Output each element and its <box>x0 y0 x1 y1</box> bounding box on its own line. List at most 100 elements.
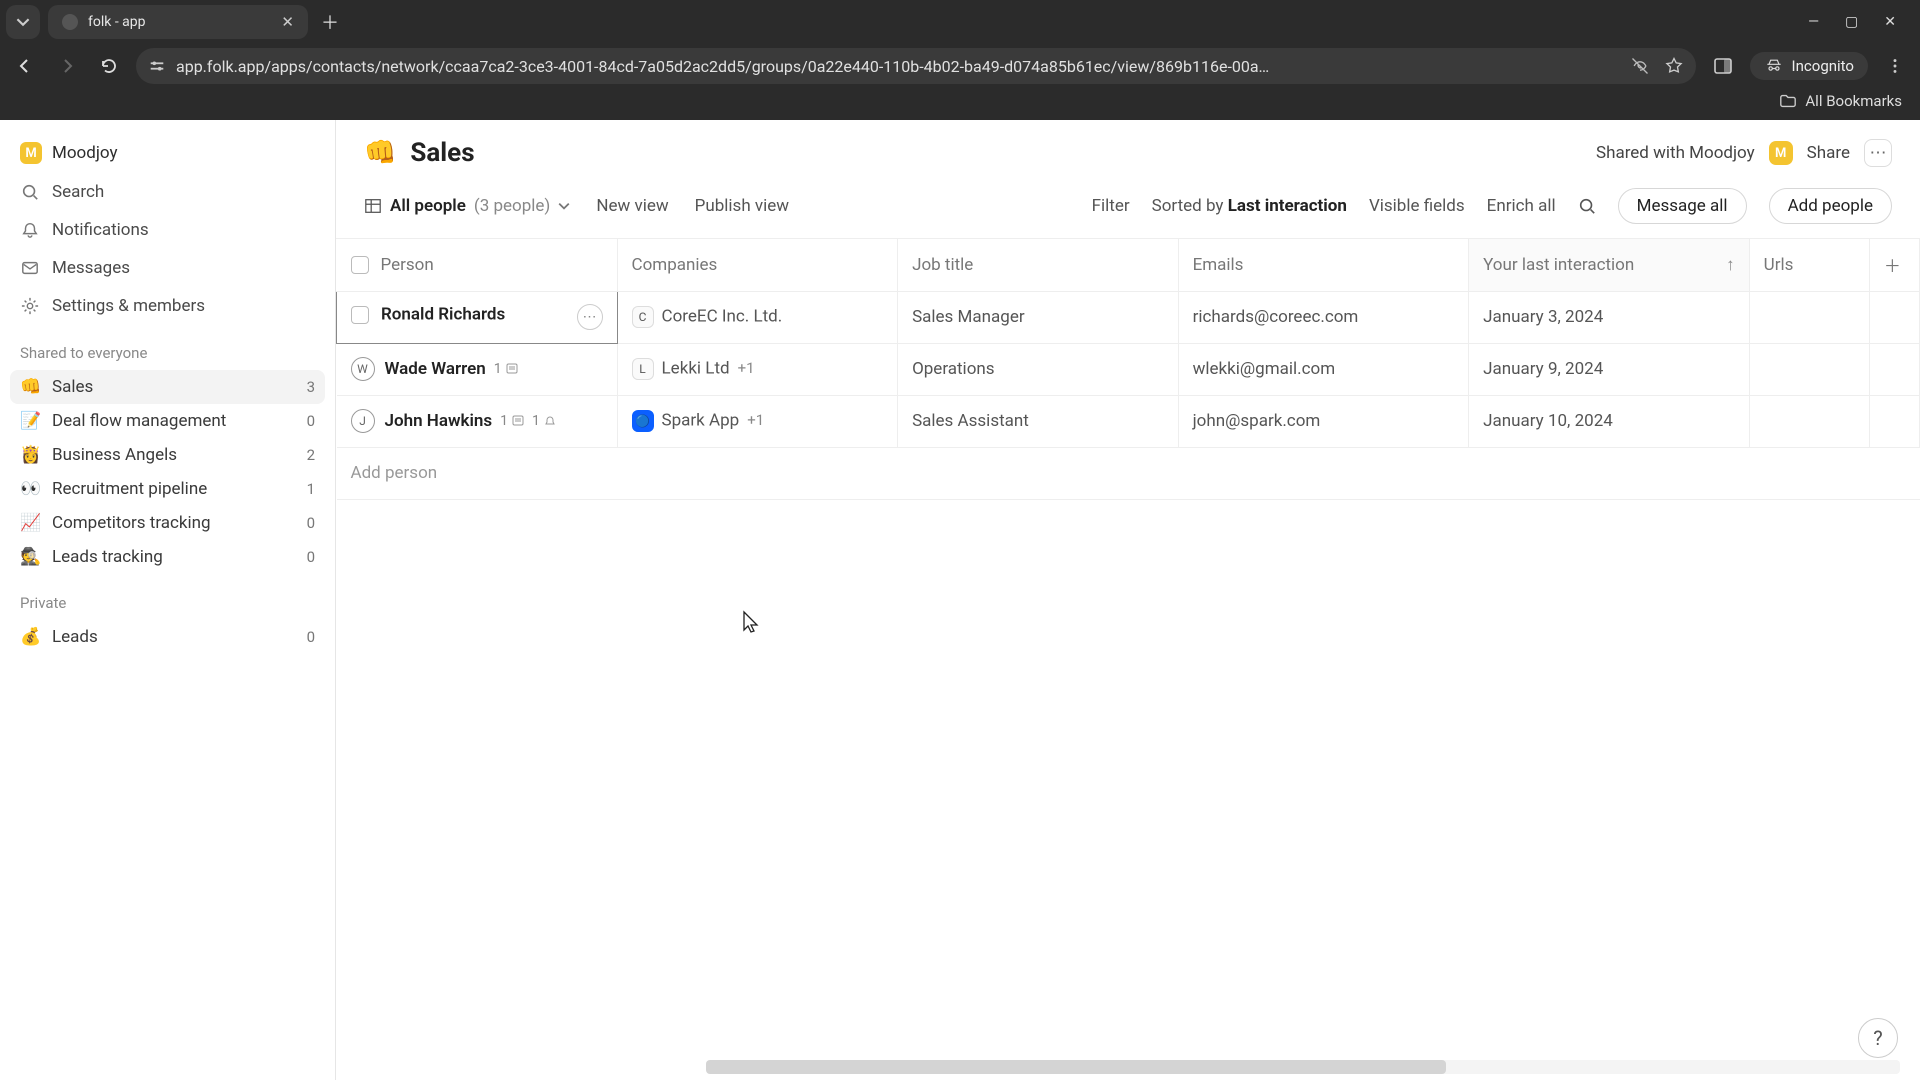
table-row[interactable]: WWade Warren1 LLekki Ltd+1Operationswlek… <box>337 343 1920 395</box>
visible-fields-button[interactable]: Visible fields <box>1369 196 1465 216</box>
new-tab-button[interactable]: ＋ <box>316 8 344 36</box>
sidebar-group-item[interactable]: 🕵️Leads tracking0 <box>10 540 325 574</box>
sort-prefix: Sorted by <box>1152 196 1228 216</box>
col-job-title[interactable]: Job title <box>898 239 1179 291</box>
cell-job[interactable]: Sales Assistant <box>898 395 1179 447</box>
kebab-icon <box>1886 57 1904 75</box>
help-button[interactable]: ? <box>1858 1018 1898 1058</box>
message-all-button[interactable]: Message all <box>1618 188 1747 224</box>
folder-icon <box>1779 92 1797 110</box>
browser-menu-button[interactable] <box>1880 51 1910 81</box>
row-more-button[interactable]: ⋯ <box>577 304 603 330</box>
site-settings-icon[interactable] <box>148 57 166 75</box>
cell-email[interactable]: richards@coreec.com <box>1178 291 1469 343</box>
cell-urls[interactable] <box>1749 395 1869 447</box>
sidebar-group-item[interactable]: 👊Sales3 <box>10 370 325 404</box>
cell-person[interactable]: JJohn Hawkins1 1 <box>337 395 618 447</box>
group-name: Leads tracking <box>52 547 163 567</box>
row-checkbox[interactable] <box>351 306 369 324</box>
group-count: 3 <box>307 378 315 396</box>
add-people-button[interactable]: Add people <box>1769 188 1892 224</box>
browser-tab[interactable]: folk - app ✕ <box>48 5 308 39</box>
window-minimize-button[interactable]: — <box>1808 14 1819 30</box>
scrollbar-thumb[interactable] <box>706 1060 1446 1074</box>
eye-off-icon[interactable] <box>1630 56 1650 76</box>
filter-button[interactable]: Filter <box>1092 196 1130 216</box>
col-companies[interactable]: Companies <box>617 239 898 291</box>
sidebar: M Moodjoy Search Notifications Messages … <box>0 120 336 1080</box>
reminder-badge[interactable]: 1 <box>532 413 556 429</box>
search-icon <box>1578 197 1596 215</box>
all-bookmarks-button[interactable]: All Bookmarks <box>1779 92 1902 110</box>
cell-email[interactable]: wlekki@gmail.com <box>1178 343 1469 395</box>
cell-last-interaction[interactable]: January 9, 2024 <box>1469 343 1750 395</box>
horizontal-scrollbar[interactable] <box>706 1060 1900 1074</box>
group-name: Leads <box>52 627 98 647</box>
view-selector[interactable]: All people (3 people) <box>364 196 570 216</box>
select-all-checkbox[interactable] <box>351 256 369 274</box>
sidebar-search[interactable]: Search <box>10 174 325 210</box>
sidebar-group-item[interactable]: 📈Competitors tracking0 <box>10 506 325 540</box>
chevron-down-icon <box>558 200 570 212</box>
address-bar[interactable]: app.folk.app/apps/contacts/network/ccaa7… <box>136 48 1696 84</box>
sidebar-messages[interactable]: Messages <box>10 250 325 286</box>
add-column-button[interactable]: ＋ <box>1869 239 1919 291</box>
cell-last-interaction[interactable]: January 3, 2024 <box>1469 291 1750 343</box>
bookmark-star-icon[interactable] <box>1664 56 1684 76</box>
sidebar-group-item[interactable]: 👀Recruitment pipeline1 <box>10 472 325 506</box>
table-row[interactable]: JJohn Hawkins1 1 🔵Spark App+1Sales Assis… <box>337 395 1920 447</box>
cell-company[interactable]: LLekki Ltd+1 <box>617 343 898 395</box>
enrich-all-button[interactable]: Enrich all <box>1487 196 1556 216</box>
new-view-button[interactable]: New view <box>596 196 668 216</box>
cell-job[interactable]: Sales Manager <box>898 291 1179 343</box>
side-panel-button[interactable] <box>1708 51 1738 81</box>
cell-email[interactable]: john@spark.com <box>1178 395 1469 447</box>
col-emails[interactable]: Emails <box>1178 239 1469 291</box>
cell-company[interactable]: CCoreEC Inc. Ltd. <box>617 291 898 343</box>
sidebar-settings[interactable]: Settings & members <box>10 288 325 324</box>
window-maximize-button[interactable]: ▢ <box>1845 14 1858 30</box>
sidebar-notifications[interactable]: Notifications <box>10 212 325 248</box>
cell-company[interactable]: 🔵Spark App+1 <box>617 395 898 447</box>
group-count: 0 <box>307 548 315 566</box>
sidebar-notifications-label: Notifications <box>52 220 149 240</box>
add-person-label[interactable]: Add person <box>337 447 1920 499</box>
cell-urls[interactable] <box>1749 343 1869 395</box>
shared-with-label[interactable]: Shared with Moodjoy <box>1596 143 1755 163</box>
cell-job[interactable]: Operations <box>898 343 1179 395</box>
company-more[interactable]: +1 <box>738 359 755 377</box>
col-person[interactable]: Person <box>337 239 618 291</box>
sidebar-group-item[interactable]: 👸Business Angels2 <box>10 438 325 472</box>
tab-close-button[interactable]: ✕ <box>281 13 294 31</box>
sidebar-group-item[interactable]: 💰Leads0 <box>10 620 325 654</box>
cell-person[interactable]: Ronald Richards ⋯ <box>337 291 618 343</box>
sidebar-group-item[interactable]: 📝Deal flow management0 <box>10 404 325 438</box>
window-close-button[interactable]: ✕ <box>1884 14 1896 30</box>
sort-button[interactable]: Sorted by Last interaction <box>1152 196 1347 216</box>
table-row[interactable]: Ronald Richards ⋯ CCoreEC Inc. Ltd.Sales M… <box>337 291 1920 343</box>
nav-reload-button[interactable] <box>94 51 124 81</box>
publish-view-button[interactable]: Publish view <box>695 196 789 216</box>
toolbar-search-button[interactable] <box>1578 197 1596 215</box>
workspace-switcher[interactable]: M Moodjoy <box>10 134 325 172</box>
add-person-row[interactable]: Add person <box>337 447 1920 499</box>
tab-search-button[interactable] <box>6 5 40 39</box>
nav-back-button[interactable] <box>10 51 40 81</box>
person-name: Ronald Richards <box>381 305 505 325</box>
share-button[interactable]: Share <box>1807 143 1850 163</box>
incognito-indicator[interactable]: Incognito <box>1750 52 1868 80</box>
sort-field: Last interaction <box>1228 196 1347 216</box>
notes-badge[interactable]: 1 <box>500 413 524 429</box>
col-urls[interactable]: Urls <box>1749 239 1869 291</box>
nav-forward-button[interactable] <box>52 51 82 81</box>
cell-person[interactable]: WWade Warren1 <box>337 343 618 395</box>
cell-last-interaction[interactable]: January 10, 2024 <box>1469 395 1750 447</box>
cell-urls[interactable] <box>1749 291 1869 343</box>
notes-badge[interactable]: 1 <box>494 361 518 377</box>
group-name: Deal flow management <box>52 411 226 431</box>
col-last-interaction[interactable]: Your last interaction↑ <box>1469 239 1750 291</box>
mail-icon <box>20 259 40 277</box>
company-more[interactable]: +1 <box>747 411 764 429</box>
page-more-button[interactable]: ⋯ <box>1864 139 1892 167</box>
group-name: Competitors tracking <box>52 513 211 533</box>
